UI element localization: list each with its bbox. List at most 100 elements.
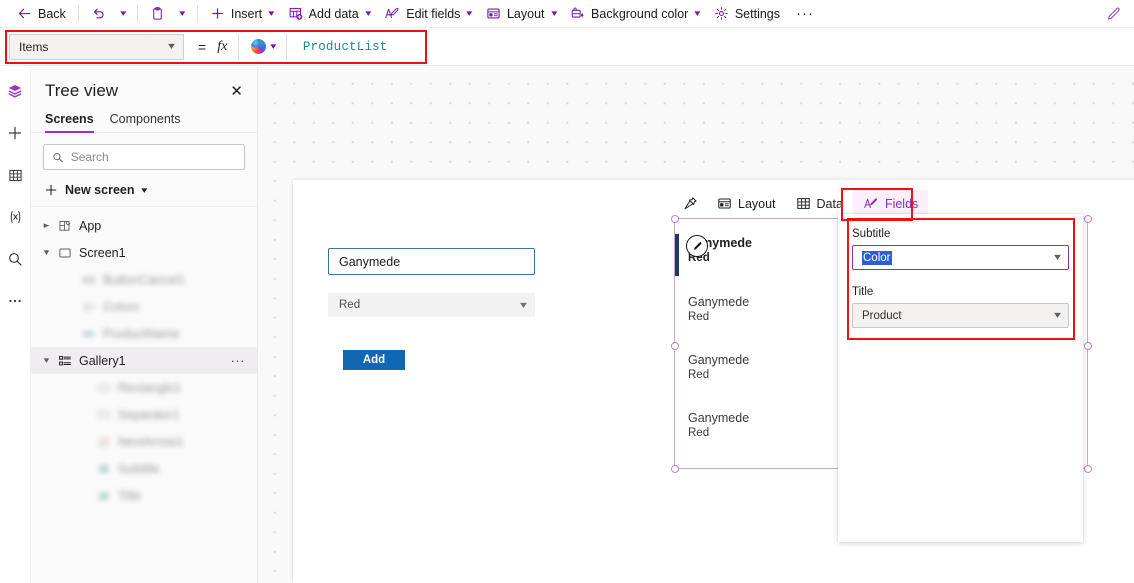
layout-icon — [486, 6, 501, 21]
tree-node-nextarrow1[interactable]: NextArrow1 — [31, 428, 257, 455]
tree-view-tabs: Screens Components — [31, 101, 257, 133]
tree-node-screen1[interactable]: ▾ Screen1 — [31, 239, 257, 266]
overflow-menu-button[interactable]: ··· — [787, 5, 823, 22]
pencil-icon — [1107, 7, 1120, 20]
gallery-item-title: Ganymede — [688, 353, 750, 367]
rail-item-variables[interactable] — [2, 205, 28, 229]
chevron-right-icon[interactable]: ▸ — [37, 220, 56, 231]
property-selector[interactable]: Items ▾ — [9, 33, 184, 60]
copilot-button[interactable]: ▾ — [247, 34, 280, 60]
new-screen-button[interactable]: New screen ▾ — [31, 174, 257, 207]
rail-item-insert[interactable] — [2, 121, 28, 145]
gallery-item[interactable]: Ganymede Red — [688, 411, 838, 439]
tree-node-separator1[interactable]: Separator1 — [31, 401, 257, 428]
tree-node-gallery1[interactable]: ▾ Gallery1 ··· — [31, 347, 257, 374]
tree-node-app[interactable]: ▸ App — [31, 212, 257, 239]
divider — [196, 5, 198, 22]
tree-node-subtitle[interactable]: Subtitle — [31, 455, 257, 482]
rail-item-tree-view[interactable] — [2, 79, 28, 103]
chevron-down-icon[interactable]: ▾ — [37, 355, 56, 366]
chevron-down-icon[interactable]: ▾ — [1054, 252, 1061, 263]
gallery-item-subtitle: Red — [688, 311, 710, 323]
tab-data[interactable]: Data — [786, 190, 853, 217]
tree-node-rectangle1[interactable]: Rectangle1 — [31, 374, 257, 401]
undo-button[interactable] — [84, 1, 113, 27]
insert-button[interactable]: Insert ▾ — [203, 1, 281, 27]
tab-components[interactable]: Components — [110, 112, 181, 132]
formula-bar: Items ▾ = fx ▾ ProductList — [0, 28, 1134, 66]
gallery-item[interactable]: Ganymede Red — [688, 353, 838, 381]
variables-x-icon — [10, 211, 20, 223]
tree-node-buttoncancel1[interactable]: ButtonCancel1 — [31, 266, 257, 293]
formula-input[interactable]: ProductList — [287, 34, 1134, 60]
background-color-button[interactable]: Background color ▾ — [563, 1, 707, 27]
arrow-left-icon — [17, 6, 32, 21]
close-icon[interactable]: ✕ — [230, 84, 243, 99]
resize-handle-top-right[interactable] — [1083, 214, 1092, 223]
tree-node-label: ButtonCancel1 — [103, 272, 186, 287]
resize-handle-middle-right[interactable] — [1083, 342, 1092, 350]
background-color-icon — [570, 6, 585, 21]
chevron-down-icon[interactable]: ▾ — [37, 247, 56, 258]
product-name-text-input[interactable]: Ganymede — [328, 248, 535, 275]
search-box[interactable] — [43, 144, 245, 170]
edit-fields-button[interactable]: Edit fields ▾ — [377, 1, 479, 27]
screen-icon — [54, 246, 76, 260]
rail-item-search[interactable] — [2, 247, 28, 271]
rail-item-data[interactable] — [2, 163, 28, 187]
tree-view-header: Tree view ✕ — [31, 67, 257, 101]
fields-subtitle-combobox[interactable]: Color ▾ — [852, 245, 1069, 270]
chevron-down-icon[interactable]: ▾ — [1054, 310, 1061, 321]
chevron-down-icon: ▾ — [141, 184, 148, 195]
tree-node-more-icon[interactable]: ··· — [231, 353, 246, 368]
tree-node-label: Colors — [103, 299, 140, 314]
back-button[interactable]: Back — [10, 1, 73, 27]
resize-handle-middle-left[interactable] — [670, 342, 679, 350]
chevron-down-icon: ▾ — [270, 41, 277, 51]
tab-fields-label: Fields — [884, 196, 919, 211]
tree-node-label: App — [79, 218, 102, 233]
resize-handle-bottom-left[interactable] — [670, 464, 679, 473]
page-title: Tree view — [45, 81, 119, 100]
rail-item-more[interactable] — [2, 289, 28, 313]
fields-title-combobox[interactable]: Product ▾ — [852, 303, 1069, 328]
add-data-label: Add data — [308, 6, 359, 21]
layout-icon — [717, 196, 732, 211]
tab-fields[interactable]: Fields — [852, 190, 929, 217]
tab-data-label: Data — [816, 196, 843, 211]
add-data-button[interactable]: Add data ▾ — [281, 1, 378, 27]
tab-screens[interactable]: Screens — [45, 112, 94, 133]
pencil-circle-icon[interactable] — [686, 235, 708, 257]
gallery-item[interactable]: Ganymede Red — [688, 295, 838, 323]
undo-chevron-button[interactable]: ▾ — [113, 1, 133, 27]
gallery-item[interactable]: Ganymede Red — [688, 236, 838, 264]
left-icon-rail — [0, 67, 31, 583]
search-icon — [9, 253, 22, 266]
gallery-selected-item-bar — [675, 234, 679, 276]
tree-view-panel: Tree view ✕ Screens Components New scree… — [31, 67, 258, 583]
search-input[interactable] — [70, 150, 236, 164]
tree-node-colors[interactable]: Colors — [31, 293, 257, 320]
settings-button[interactable]: Settings — [707, 1, 787, 27]
resize-handle-bottom-right[interactable] — [1083, 464, 1092, 473]
chevron-down-icon: ▾ — [268, 8, 275, 18]
tree-node-label: Title — [118, 488, 142, 503]
fx-sign: fx — [217, 38, 228, 54]
tab-layout[interactable]: Layout — [707, 190, 786, 217]
color-dropdown-value: Red — [339, 299, 361, 311]
add-button[interactable]: Add — [343, 350, 405, 370]
edit-app-pencil-button[interactable] — [1105, 6, 1122, 28]
label-icon — [93, 489, 115, 503]
tree-node-productname[interactable]: ProductName — [31, 320, 257, 347]
dropdown-icon — [78, 300, 100, 314]
button-icon — [78, 273, 100, 287]
color-dropdown[interactable]: Red ▾ — [328, 293, 535, 317]
pin-tab-button[interactable] — [674, 190, 707, 217]
layout-button[interactable]: Layout ▾ — [479, 1, 563, 27]
chevron-down-icon: ▾ — [520, 299, 527, 311]
tree-node-title[interactable]: Title — [31, 482, 257, 509]
paste-chevron-button[interactable]: ▾ — [172, 1, 192, 27]
gallery-context-tabs: Layout Data Fields — [674, 190, 929, 217]
plus-icon — [210, 6, 225, 21]
paste-button[interactable] — [143, 1, 172, 27]
